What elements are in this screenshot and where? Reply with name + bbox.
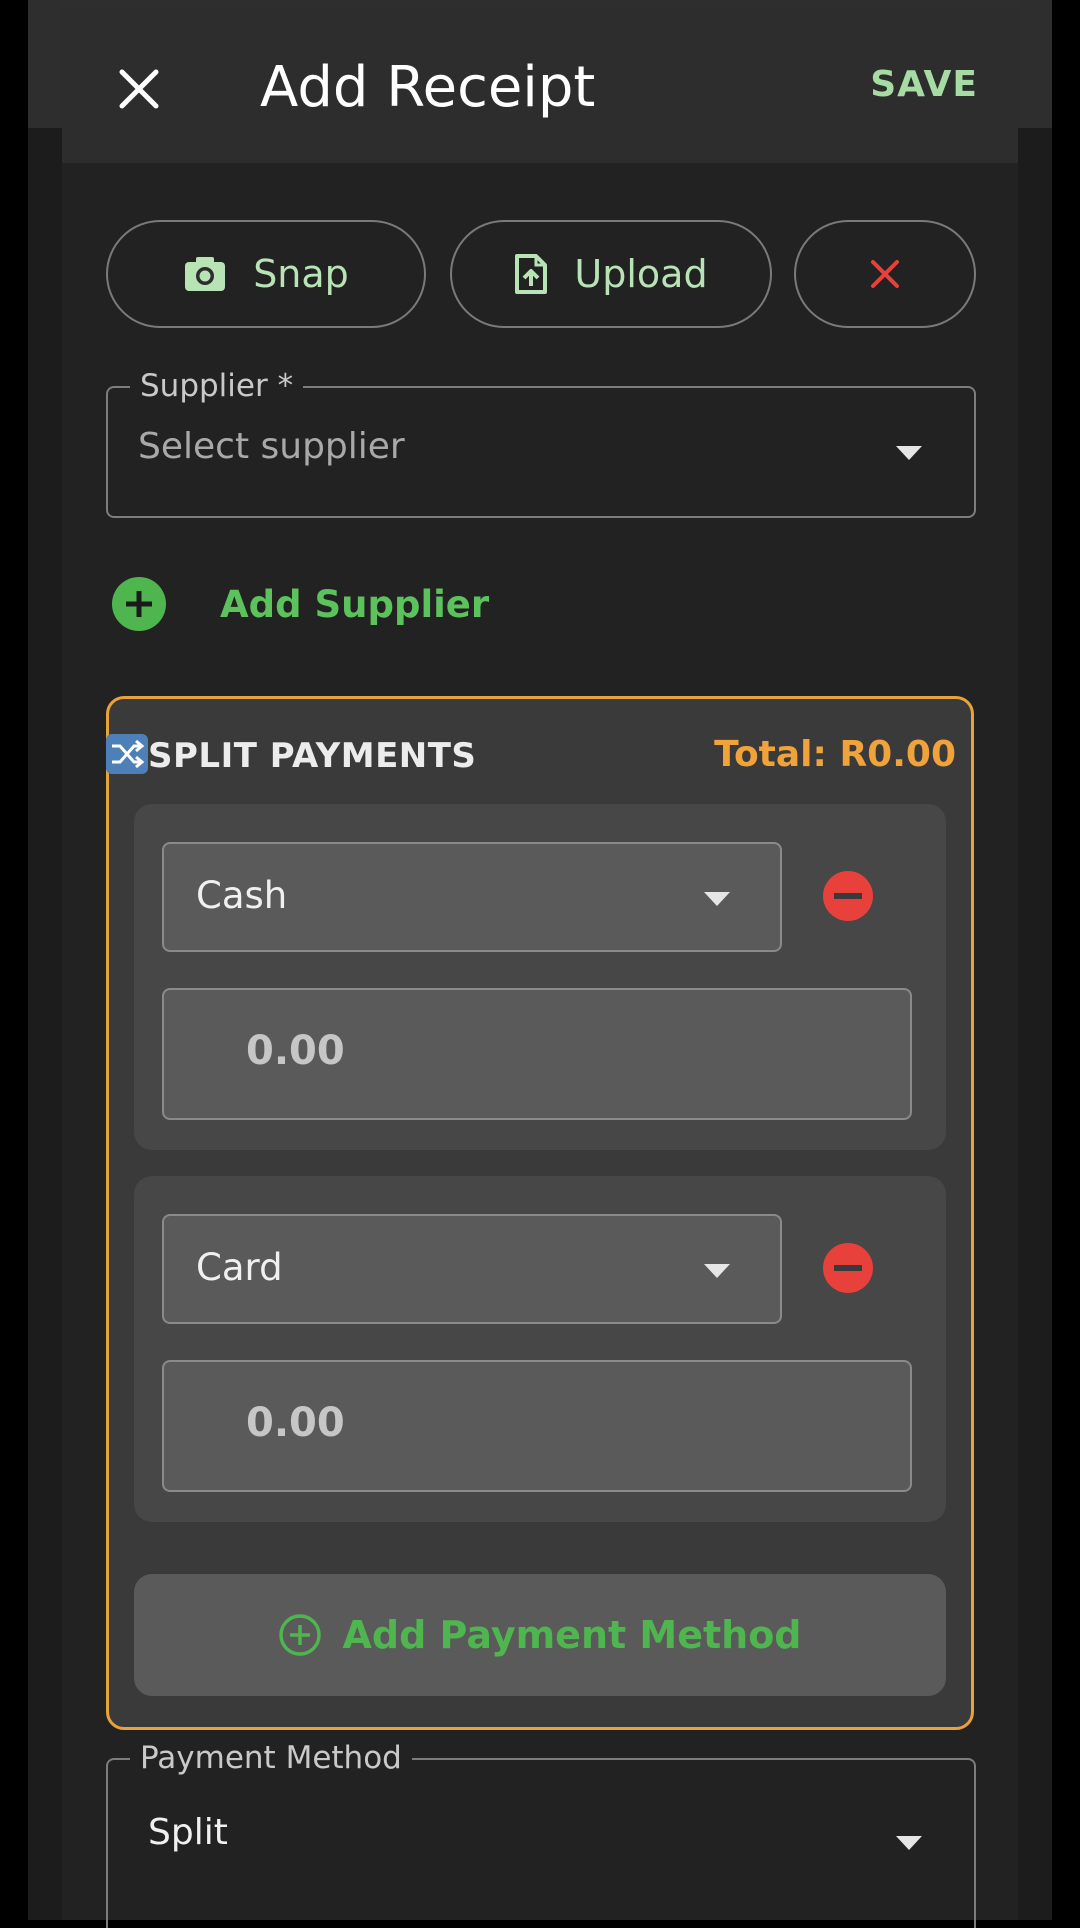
payment-method-value: Card xyxy=(196,1246,283,1289)
add-supplier-label: Add Supplier xyxy=(220,582,490,626)
chevron-down-icon xyxy=(704,1264,730,1278)
file-upload-icon xyxy=(514,253,548,295)
add-receipt-dialog: Add Receipt SAVE Snap Upload Supplier * … xyxy=(62,8,1018,1928)
payment-amount-value: 0.00 xyxy=(246,1028,345,1074)
supplier-label: Supplier * xyxy=(130,366,304,406)
dialog-header: Add Receipt SAVE xyxy=(62,8,1018,163)
close-icon xyxy=(871,260,899,288)
camera-icon xyxy=(183,255,227,293)
upload-button[interactable]: Upload xyxy=(450,220,772,328)
clear-attachment-button[interactable] xyxy=(794,220,976,328)
save-button[interactable]: SAVE xyxy=(870,64,978,105)
background-panel-right xyxy=(1012,0,1052,1920)
payment-amount-value: 0.00 xyxy=(246,1400,345,1446)
payment-method-selected: Split xyxy=(148,1812,228,1853)
remove-circle-icon xyxy=(823,1243,873,1293)
remove-circle-icon xyxy=(823,871,873,921)
close-icon xyxy=(119,69,159,109)
payment-amount-input[interactable]: 0.00 xyxy=(162,988,912,1120)
close-button[interactable] xyxy=(114,64,164,114)
payment-method-label: Payment Method xyxy=(130,1738,412,1778)
payment-item: Card 0.00 xyxy=(134,1176,946,1522)
payment-method-select[interactable]: Cash xyxy=(162,842,782,952)
payment-item: Cash 0.00 xyxy=(134,804,946,1150)
payment-method-field[interactable]: Payment Method Split xyxy=(106,1738,976,1928)
snap-button[interactable]: Snap xyxy=(106,220,426,328)
add-payment-method-button[interactable]: Add Payment Method xyxy=(134,1574,946,1696)
remove-payment-button[interactable] xyxy=(822,1242,874,1294)
page-title: Add Receipt xyxy=(260,55,596,120)
split-total: Total: R0.00 xyxy=(714,734,956,775)
add-payment-method-label: Add Payment Method xyxy=(342,1613,802,1657)
add-circle-icon xyxy=(112,577,166,631)
payment-method-select[interactable]: Card xyxy=(162,1214,782,1324)
chevron-down-icon xyxy=(704,892,730,906)
chevron-down-icon xyxy=(896,446,922,460)
shuffle-icon xyxy=(106,734,148,774)
upload-label: Upload xyxy=(574,252,708,296)
payment-amount-input[interactable]: 0.00 xyxy=(162,1360,912,1492)
supplier-select[interactable]: Supplier * Select supplier xyxy=(106,366,976,518)
add-circle-outline-icon xyxy=(278,1613,322,1657)
chevron-down-icon xyxy=(896,1836,922,1850)
payment-method-value: Cash xyxy=(196,874,288,917)
split-payments-title: SPLIT PAYMENTS xyxy=(148,736,477,776)
supplier-placeholder: Select supplier xyxy=(138,426,405,467)
snap-label: Snap xyxy=(253,252,349,296)
add-supplier-button[interactable]: Add Supplier xyxy=(110,574,489,634)
remove-payment-button[interactable] xyxy=(822,870,874,922)
